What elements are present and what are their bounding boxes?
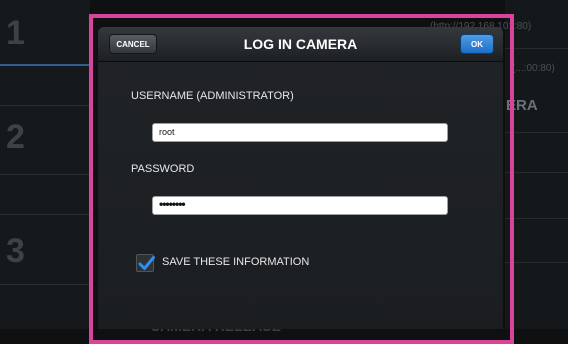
background-divider xyxy=(505,48,568,49)
background-right-panel xyxy=(505,0,568,329)
highlight-frame xyxy=(89,14,514,344)
background-divider xyxy=(0,214,90,215)
background-channel-number: 3 xyxy=(6,232,25,270)
background-divider xyxy=(0,174,90,175)
background-divider xyxy=(505,132,568,133)
background-divider xyxy=(505,262,568,263)
background-channel-number: 1 xyxy=(6,14,25,52)
background-divider xyxy=(505,172,568,173)
background-camera-address: (...:00:80) xyxy=(512,63,555,74)
background-channel-number: 2 xyxy=(6,118,25,156)
background-divider xyxy=(505,218,568,219)
background-left-panel: 1 2 3 xyxy=(0,0,90,329)
background-divider xyxy=(0,64,90,66)
background-divider xyxy=(0,284,90,285)
background-divider xyxy=(0,105,90,106)
